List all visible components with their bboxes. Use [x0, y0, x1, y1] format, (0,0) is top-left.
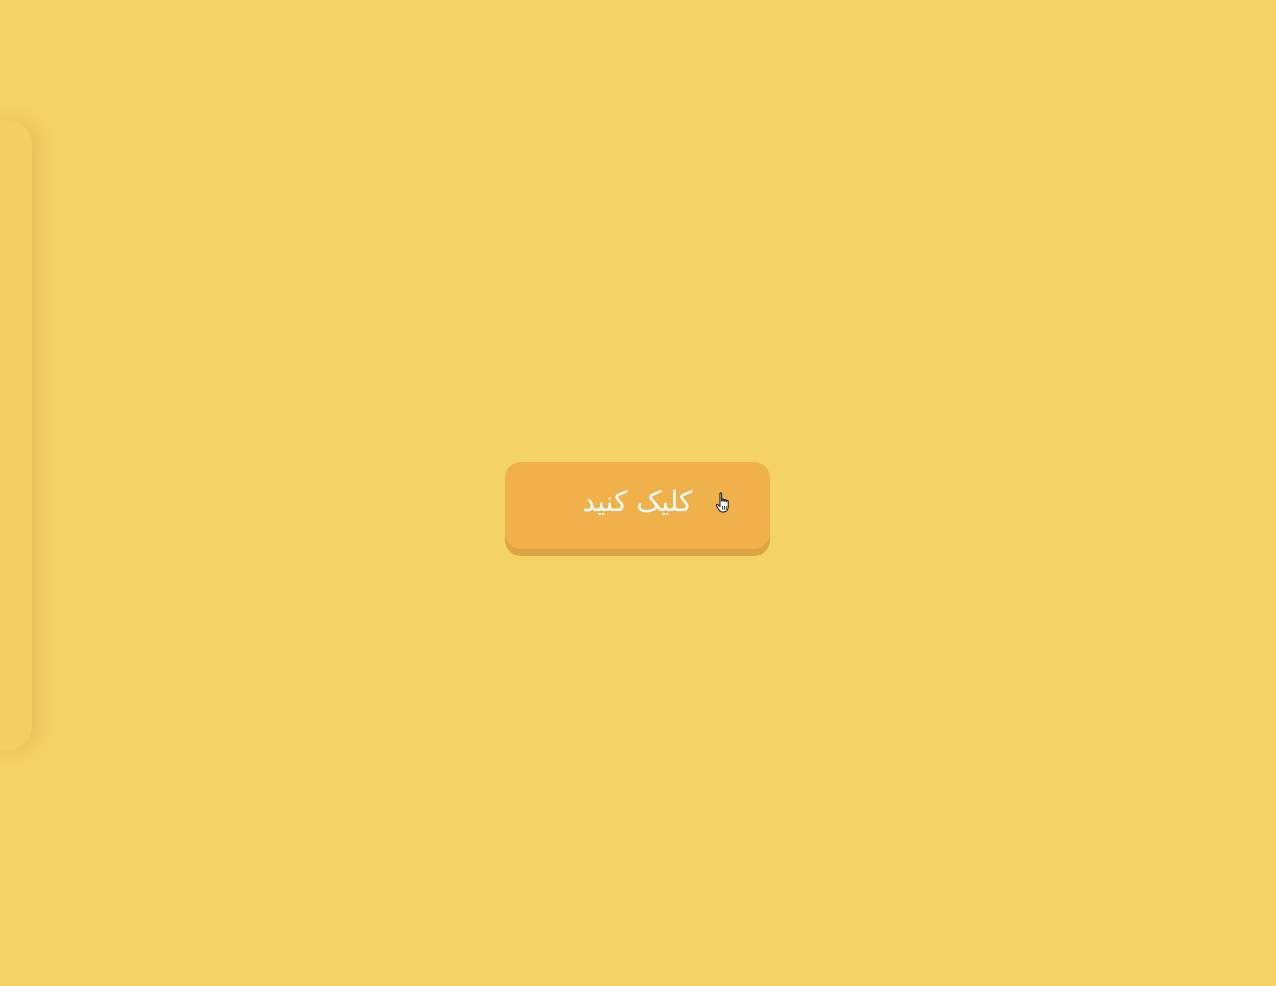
page-canvas: کلیک کنید	[0, 0, 1276, 986]
hand-pointer-icon	[715, 492, 729, 513]
side-panel-edge	[0, 120, 32, 750]
click-button-label: کلیک کنید	[582, 485, 693, 518]
